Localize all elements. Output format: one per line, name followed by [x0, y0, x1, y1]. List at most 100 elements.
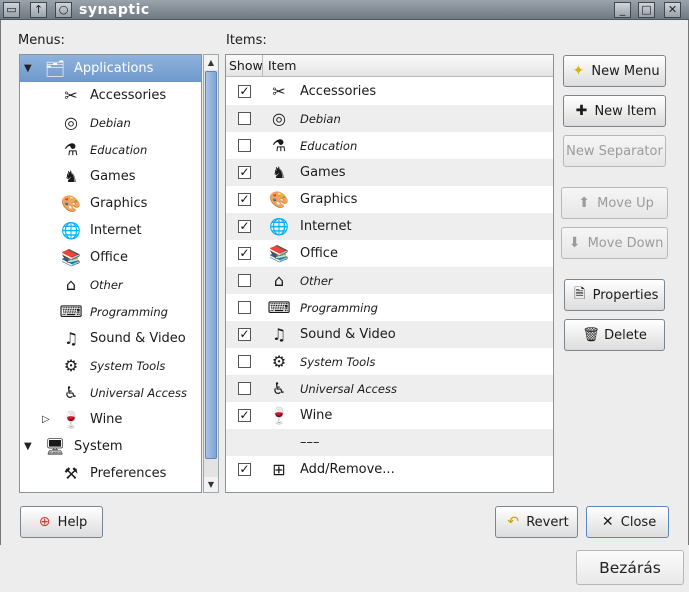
item-row[interactable]: ⌨ Programming: [226, 294, 553, 321]
item-row-label: Sound & Video: [300, 327, 396, 342]
show-checkbox[interactable]: [238, 112, 251, 125]
move-down-button[interactable]: ⬇ Move Down: [561, 227, 668, 259]
close-button[interactable]: ✕ Close: [586, 506, 669, 538]
menu-tree-item[interactable]: 🎨 Graphics: [20, 190, 201, 217]
delete-button[interactable]: 🗑 Delete: [564, 319, 665, 351]
item-row[interactable]: ♿ Universal Access: [226, 375, 553, 402]
education-icon: ⚗: [63, 139, 79, 159]
menu-tree-item[interactable]: ▼ 🗂 Applications: [20, 55, 201, 82]
item-row[interactable]: ✓ 📚 Office: [226, 240, 553, 267]
item-row-label: Wine: [300, 408, 333, 423]
show-checkbox[interactable]: [238, 355, 251, 368]
menu-tree-item-label: Office: [90, 250, 128, 265]
delete-label: Delete: [604, 327, 647, 343]
games-icon: ♞: [271, 162, 287, 182]
menu-tree-item[interactable]: ⌂ Other: [20, 271, 201, 298]
collapse-arrow-icon[interactable]: ▼: [24, 63, 32, 74]
items-label: Items:: [226, 33, 267, 48]
menu-tree-item[interactable]: ♞ Games: [20, 163, 201, 190]
properties-label: Properties: [592, 287, 659, 303]
new-menu-button[interactable]: ✦ New Menu: [563, 55, 666, 87]
item-row[interactable]: ✓ ♞ Games: [226, 159, 553, 186]
menus-tree[interactable]: ▼ 🗂 Applications ✂ Accessories ◎ Debian ⚗ Educat…: [19, 54, 202, 493]
trash-icon: 🗑: [582, 327, 601, 343]
menu-tree-item[interactable]: ✂ Accessories: [20, 82, 201, 109]
show-checkbox[interactable]: ✓: [238, 328, 251, 341]
help-button[interactable]: ⊕ Help: [20, 506, 103, 538]
item-row[interactable]: ◎ Debian: [226, 105, 553, 132]
menu-tree-item-label: Programming: [90, 304, 168, 319]
menu-tree-item-label: Graphics: [90, 196, 148, 211]
menu-tree-item[interactable]: ⚗ Education: [20, 136, 201, 163]
circle-icon[interactable]: ○: [55, 2, 72, 18]
revert-icon: ↶: [507, 514, 520, 530]
show-checkbox[interactable]: ✓: [238, 247, 251, 260]
menus-scrollbar[interactable]: ▲ ▼: [203, 54, 219, 493]
item-row[interactable]: –––: [226, 429, 553, 456]
maximize-icon[interactable]: □: [638, 2, 655, 18]
new-separator-button[interactable]: New Separator: [563, 135, 666, 167]
show-checkbox[interactable]: ✓: [238, 463, 251, 476]
collapse-arrow-icon[interactable]: ▼: [24, 441, 32, 452]
show-checkbox[interactable]: ✓: [238, 85, 251, 98]
item-row[interactable]: ⌂ Other: [226, 267, 553, 294]
item-row-label: Add/Remove...: [300, 462, 395, 477]
menu-tree-item[interactable]: ⌨ Programming: [20, 298, 201, 325]
accessories-icon: ✂: [272, 81, 286, 101]
scrollbar-thumb[interactable]: [205, 71, 217, 459]
new-item-button[interactable]: ✚ New Item: [563, 95, 666, 127]
show-checkbox[interactable]: ✓: [238, 220, 251, 233]
internet-icon: 🌐: [269, 216, 289, 236]
menu-tree-item[interactable]: ♫ Sound & Video: [20, 325, 201, 352]
properties-button[interactable]: 🗎 Properties: [564, 279, 665, 311]
sound-video-icon: ♫: [63, 328, 79, 348]
show-column-header[interactable]: Show: [226, 55, 263, 77]
items-list[interactable]: Show Item ✓ ✂ Accessories ◎ Debian ⚗ Education…: [225, 54, 554, 493]
menu-tree-item-label: Games: [90, 169, 136, 184]
item-row[interactable]: ⚗ Education: [226, 132, 553, 159]
scroll-up-icon[interactable]: ▲: [204, 55, 218, 70]
menu-tree-item[interactable]: ⚒ Preferences: [20, 460, 201, 487]
menu-tree-item-label: Other: [90, 277, 123, 292]
item-row[interactable]: ✓ 🌐 Internet: [226, 213, 553, 240]
wine-icon: 🍷: [269, 405, 289, 425]
revert-button[interactable]: ↶ Revert: [495, 506, 578, 538]
menu-tree-item[interactable]: ⚙ System Tools: [20, 352, 201, 379]
universal-access-icon: ♿: [271, 378, 287, 398]
item-row[interactable]: ✓ 🎨 Graphics: [226, 186, 553, 213]
show-checkbox[interactable]: ✓: [238, 166, 251, 179]
bezaras-button[interactable]: Bezárás: [576, 550, 684, 585]
show-checkbox[interactable]: [238, 382, 251, 395]
show-checkbox[interactable]: [238, 139, 251, 152]
item-row[interactable]: ⚙ System Tools: [226, 348, 553, 375]
item-column-header[interactable]: Item: [263, 55, 296, 77]
sound-video-icon: ♫: [271, 324, 287, 344]
show-checkbox[interactable]: ✓: [238, 193, 251, 206]
item-row[interactable]: ✓ 🍷 Wine: [226, 402, 553, 429]
show-checkbox[interactable]: [238, 274, 251, 287]
window-menu-icon[interactable]: ▭: [3, 2, 20, 18]
menu-tree-item-label: Education: [90, 142, 148, 157]
scroll-down-icon[interactable]: ▼: [204, 477, 218, 492]
item-row[interactable]: ✓ ⊞ Add/Remove...: [226, 456, 553, 483]
menu-tree-item[interactable]: 📚 Office: [20, 244, 201, 271]
menu-tree-item[interactable]: ♿ Universal Access: [20, 379, 201, 406]
other-icon: ⌂: [273, 270, 285, 290]
close-icon[interactable]: ✕: [664, 2, 681, 18]
menu-tree-item[interactable]: ◎ Debian: [20, 109, 201, 136]
menu-tree-item[interactable]: ▼ 🖥 System: [20, 433, 201, 460]
show-checkbox[interactable]: ✓: [238, 409, 251, 422]
menu-tree-item[interactable]: 🌐 Internet: [20, 217, 201, 244]
menu-tree-item-label: Sound & Video: [90, 331, 186, 346]
item-row[interactable]: ✓ ♫ Sound & Video: [226, 321, 553, 348]
menu-tree-item-label: Applications: [74, 61, 154, 76]
minimize-icon[interactable]: _: [614, 2, 631, 18]
move-up-button[interactable]: ⬆ Move Up: [561, 187, 668, 219]
up-arrow-icon[interactable]: ↑: [30, 2, 47, 18]
wine-icon: 🍷: [61, 409, 81, 429]
show-checkbox[interactable]: [238, 301, 251, 314]
item-row-label: Accessories: [300, 84, 377, 99]
item-row[interactable]: ✓ ✂ Accessories: [226, 78, 553, 105]
menu-tree-item[interactable]: ▷ 🍷 Wine: [20, 406, 201, 433]
expand-arrow-icon[interactable]: ▷: [42, 414, 50, 425]
